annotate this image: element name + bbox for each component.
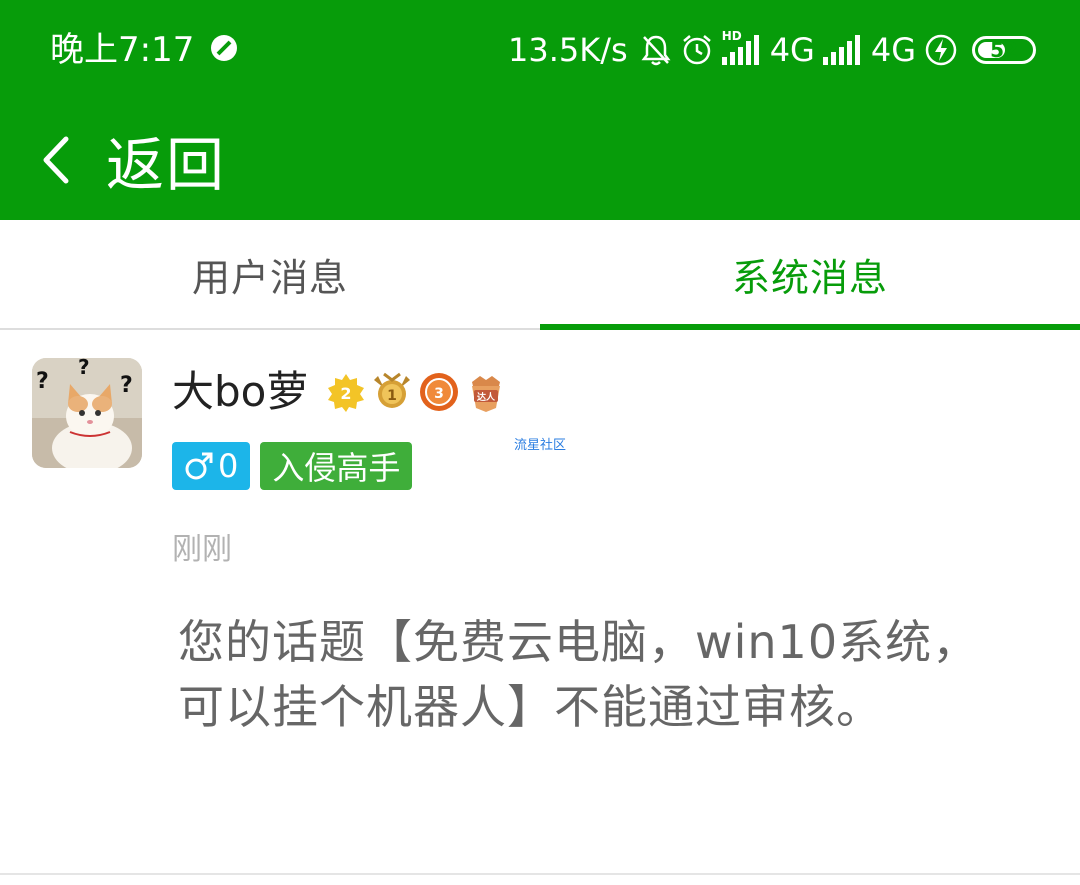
avatar[interactable]: ? ? ? xyxy=(32,358,142,468)
gender-tag-value: 0 xyxy=(218,447,239,485)
battery-icon: 52 xyxy=(972,36,1036,64)
tab-label: 用户消息 xyxy=(191,255,348,300)
chevron-left-icon xyxy=(43,136,69,184)
battery-level: 52 xyxy=(990,38,1018,62)
expert-medal: 达人 xyxy=(472,376,500,412)
user-tags: 0 入侵高手 xyxy=(172,442,413,490)
cat-avatar-image: ? ? ? xyxy=(32,358,142,468)
username[interactable]: 大bo萝 xyxy=(172,364,308,420)
tab-user-messages[interactable]: 用户消息 xyxy=(0,220,540,328)
svg-text:达人: 达人 xyxy=(477,391,496,403)
hd-label: HD xyxy=(721,29,742,43)
back-button[interactable]: 返回 xyxy=(40,128,226,199)
svg-text:?: ? xyxy=(120,373,133,398)
svg-text:?: ? xyxy=(36,369,49,394)
watermark-text: 流星社区 xyxy=(514,438,567,453)
nav-bar: 返回 xyxy=(0,100,1080,220)
sim2-network-type: 4G xyxy=(870,31,916,69)
svg-text:2: 2 xyxy=(340,384,351,403)
svg-text:3: 3 xyxy=(434,386,444,402)
rank-1-medal: 1 xyxy=(374,372,410,408)
message-item[interactable]: ? ? ? 大bo萝 2 1 3 达人 0 入侵高手 流星社区 刚刚 您的话题【… xyxy=(0,330,1080,875)
sim1-signal: HD xyxy=(721,29,762,65)
level-2-badge: 2 xyxy=(328,374,364,412)
do-not-disturb-icon xyxy=(211,35,237,61)
tab-system-messages[interactable]: 系统消息 xyxy=(540,220,1080,330)
user-badges: 2 1 3 达人 xyxy=(326,368,508,416)
signal-icon xyxy=(822,35,860,65)
back-label: 返回 xyxy=(106,131,227,199)
level-3-medal: 3 xyxy=(420,373,458,411)
message-content: 您的话题【免费云电脑，win10系统，可以挂个机器人】不能通过审核。 xyxy=(178,615,980,734)
message-tabs: 用户消息 系统消息 xyxy=(0,220,1080,330)
divider xyxy=(0,873,1080,875)
network-speed: 13.5K/s xyxy=(508,31,628,69)
alarm-icon xyxy=(682,35,711,65)
sim1-network-type: 4G xyxy=(769,31,815,69)
male-icon xyxy=(185,452,213,480)
svg-text:?: ? xyxy=(78,358,90,379)
tab-label: 系统消息 xyxy=(731,255,888,300)
gender-tag: 0 xyxy=(172,442,251,490)
bell-mute-icon xyxy=(641,35,671,66)
status-time: 晚上7:17 xyxy=(50,30,195,70)
top-app-bar: 晚上7:17 13.5K/s HD 4G 4G 52 返回 xyxy=(0,0,1080,220)
status-right-group: 13.5K/s HD 4G 4G 52 xyxy=(508,28,1036,72)
status-bar: 晚上7:17 13.5K/s HD 4G 4G 52 xyxy=(0,0,1080,100)
charging-icon xyxy=(925,34,957,66)
title-tag: 入侵高手 xyxy=(260,442,413,490)
svg-text:1: 1 xyxy=(387,388,397,404)
message-time: 刚刚 xyxy=(172,532,232,567)
